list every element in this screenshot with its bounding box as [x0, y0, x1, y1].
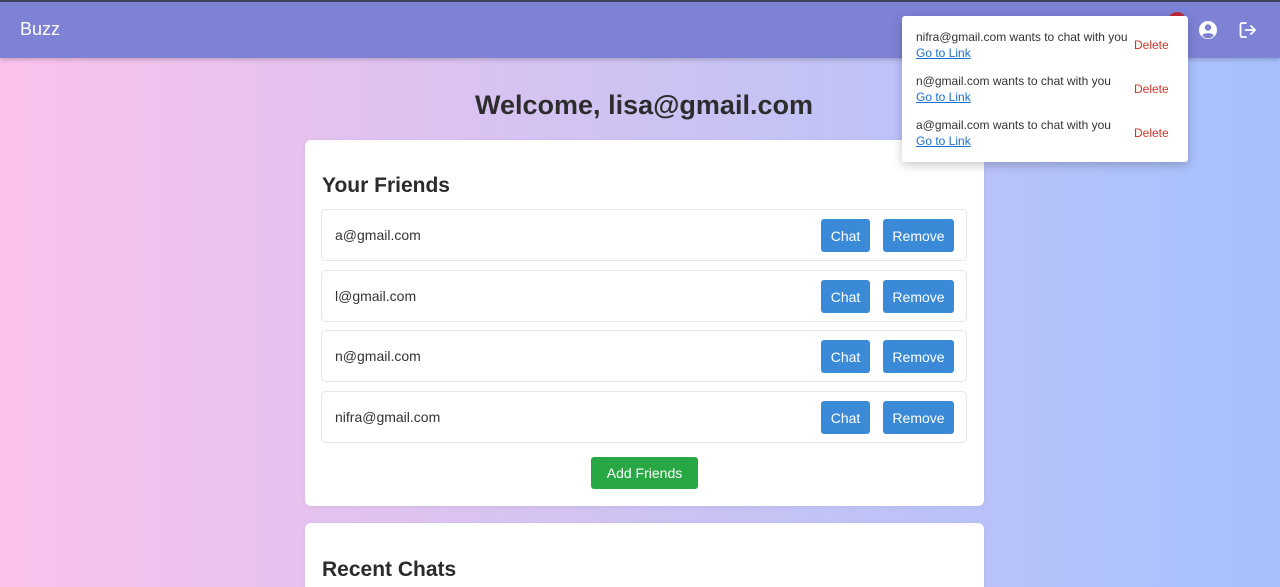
notification-item: n@gmail.com wants to chat with you Go to… [916, 74, 1178, 114]
go-to-link[interactable]: Go to Link [916, 134, 971, 148]
friend-row: nifra@gmail.com Chat Remove [321, 391, 967, 443]
notifications-dropdown: nifra@gmail.com wants to chat with you G… [902, 16, 1188, 162]
recent-chats-title: Recent Chats [322, 558, 457, 581]
chat-button[interactable]: Chat [821, 401, 870, 434]
notification-item: a@gmail.com wants to chat with you Go to… [916, 118, 1178, 158]
friend-row: l@gmail.com Chat Remove [321, 270, 967, 322]
friend-row: a@gmail.com Chat Remove [321, 209, 967, 261]
friends-card: Your Friends a@gmail.com Chat Remove l@g… [305, 140, 984, 506]
friends-title: Your Friends [322, 174, 450, 197]
notification-message: n@gmail.com wants to chat with you [916, 74, 1111, 88]
recent-chats-card: Recent Chats [305, 523, 984, 587]
notification-message: a@gmail.com wants to chat with you [916, 118, 1111, 132]
chat-button[interactable]: Chat [821, 340, 870, 373]
notification-message: nifra@gmail.com wants to chat with you [916, 30, 1128, 44]
friend-email: l@gmail.com [335, 288, 417, 304]
remove-button[interactable]: Remove [883, 280, 954, 313]
go-to-link[interactable]: Go to Link [916, 90, 971, 104]
friend-email: a@gmail.com [335, 227, 421, 243]
remove-button[interactable]: Remove [883, 340, 954, 373]
delete-notification-button[interactable]: Delete [1134, 82, 1169, 96]
go-to-link[interactable]: Go to Link [916, 46, 971, 60]
remove-button[interactable]: Remove [883, 219, 954, 252]
chat-button[interactable]: Chat [821, 280, 870, 313]
delete-notification-button[interactable]: Delete [1134, 38, 1169, 52]
brand-logo[interactable]: Buzz [20, 19, 60, 40]
friend-row: n@gmail.com Chat Remove [321, 330, 967, 382]
delete-notification-button[interactable]: Delete [1134, 126, 1169, 140]
friend-email: n@gmail.com [335, 348, 421, 364]
remove-button[interactable]: Remove [883, 401, 954, 434]
logout-icon[interactable] [1238, 20, 1258, 40]
chat-button[interactable]: Chat [821, 219, 870, 252]
notification-item: nifra@gmail.com wants to chat with you G… [916, 30, 1178, 70]
page-title: Welcome, lisa@gmail.com [475, 90, 813, 120]
add-friends-button[interactable]: Add Friends [591, 457, 698, 489]
friend-email: nifra@gmail.com [335, 409, 441, 425]
user-circle-icon[interactable] [1198, 20, 1218, 40]
